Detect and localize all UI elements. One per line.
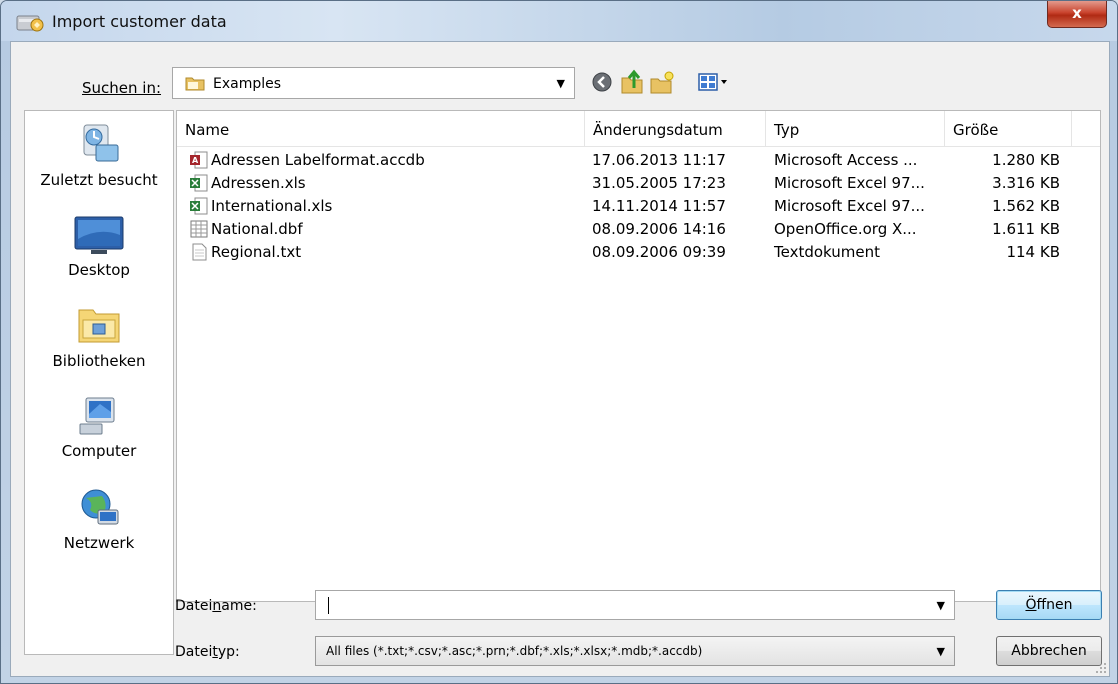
cancel-button[interactable]: Abbrechen (996, 636, 1102, 666)
place-recent[interactable]: Zuletzt besucht (25, 121, 173, 189)
file-type: Microsoft Excel 97... (774, 174, 925, 192)
file-size: 1.562 KB (992, 197, 1060, 215)
filetype-value: All files (*.txt;*.csv;*.asc;*.prn;*.dbf… (326, 644, 703, 658)
place-label: Desktop (68, 261, 130, 279)
new-folder-icon[interactable] (649, 68, 675, 96)
resize-grip-icon[interactable] (1095, 662, 1107, 674)
open-button[interactable]: Öffnen (996, 590, 1102, 620)
filename-combobox[interactable]: ▼ (315, 590, 955, 620)
title-bar[interactable]: Import customer data x (1, 1, 1117, 41)
file-type: OpenOffice.org X... (774, 220, 917, 238)
file-name: International.xls (211, 197, 333, 215)
file-date: 14.11.2014 11:57 (592, 197, 726, 215)
place-libraries[interactable]: Bibliotheken (25, 302, 173, 370)
file-row[interactable]: International.xls 14.11.2014 11:57 Micro… (177, 195, 1100, 218)
folder-icon (185, 77, 205, 91)
window-title: Import customer data (52, 12, 227, 31)
text-file-icon (192, 243, 207, 261)
places-bar: Zuletzt besucht Desktop Bibliotheken Com… (24, 110, 174, 655)
file-list[interactable]: Name Änderungsdatum Typ Größe A Adressen… (176, 110, 1101, 602)
file-size: 114 KB (1006, 243, 1060, 261)
place-label: Computer (61, 442, 137, 460)
file-row[interactable]: National.dbf 08.09.2006 14:16 OpenOffice… (177, 218, 1100, 241)
file-type: Microsoft Access ... (774, 151, 918, 169)
place-computer[interactable]: Computer (25, 394, 173, 460)
file-date: 08.09.2006 14:16 (592, 220, 726, 238)
column-header-name[interactable]: Name (177, 111, 585, 146)
file-name: Adressen.xls (211, 174, 306, 192)
look-in-value: Examples (213, 76, 282, 92)
column-header-date[interactable]: Änderungsdatum (585, 111, 766, 146)
file-row[interactable]: Adressen.xls 31.05.2005 17:23 Microsoft … (177, 172, 1100, 195)
column-header-type[interactable]: Typ (766, 111, 945, 146)
file-date: 08.09.2006 09:39 (592, 243, 726, 261)
excel-file-icon (190, 174, 208, 192)
filename-label: Dateiname: (175, 598, 257, 614)
file-type: Microsoft Excel 97... (774, 197, 925, 215)
text-caret (328, 597, 329, 614)
place-network[interactable]: Netzwerk (25, 486, 173, 552)
file-size: 1.280 KB (992, 151, 1060, 169)
recent-places-icon (83, 124, 119, 162)
file-row[interactable]: Regional.txt 08.09.2006 09:39 Textdokume… (177, 241, 1100, 264)
place-label: Netzwerk (63, 534, 135, 552)
import-dialog: Import customer data x Suchen in: Exampl… (0, 0, 1118, 684)
import-app-icon (16, 15, 44, 32)
file-row[interactable]: A Adressen Labelformat.accdb 17.06.2013 … (177, 149, 1100, 172)
place-desktop[interactable]: Desktop (25, 213, 173, 279)
column-header-size[interactable]: Größe (945, 111, 1072, 146)
filetype-combobox[interactable]: All files (*.txt;*.csv;*.asc;*.prn;*.dbf… (315, 636, 955, 666)
access-file-icon: A (190, 151, 208, 169)
look-in-label: Suchen in: (82, 79, 162, 97)
svg-text:A: A (192, 156, 199, 165)
view-menu-icon[interactable] (697, 68, 731, 96)
chevron-down-icon: ▼ (936, 645, 945, 658)
file-type: Textdokument (774, 243, 880, 261)
file-size: 3.316 KB (992, 174, 1060, 192)
up-folder-icon[interactable] (619, 68, 645, 96)
file-name: National.dbf (211, 220, 303, 238)
back-icon[interactable] (589, 68, 615, 96)
dialog-body: Suchen in: Examples ▼ Zuletzt besucht De… (10, 41, 1110, 677)
libraries-icon (78, 309, 120, 343)
close-button[interactable]: x (1047, 1, 1107, 28)
file-date: 17.06.2013 11:17 (592, 151, 726, 169)
file-name: Regional.txt (211, 243, 302, 261)
filetype-label: Dateityp: (175, 644, 240, 660)
file-name: Adressen Labelformat.accdb (211, 151, 425, 169)
look-in-combobox[interactable]: Examples ▼ (172, 67, 575, 99)
file-list-header: Name Änderungsdatum Typ Größe (177, 111, 1100, 147)
desktop-icon (74, 216, 124, 254)
place-label: Bibliotheken (52, 352, 146, 370)
file-date: 31.05.2005 17:23 (592, 174, 726, 192)
computer-icon (79, 397, 115, 435)
dbf-file-icon (190, 220, 208, 238)
chevron-down-icon[interactable]: ▼ (937, 599, 945, 612)
chevron-down-icon: ▼ (556, 77, 565, 90)
excel-file-icon (190, 197, 208, 215)
place-label: Zuletzt besucht (40, 171, 158, 189)
network-icon (81, 489, 119, 525)
file-size: 1.611 KB (992, 220, 1060, 238)
